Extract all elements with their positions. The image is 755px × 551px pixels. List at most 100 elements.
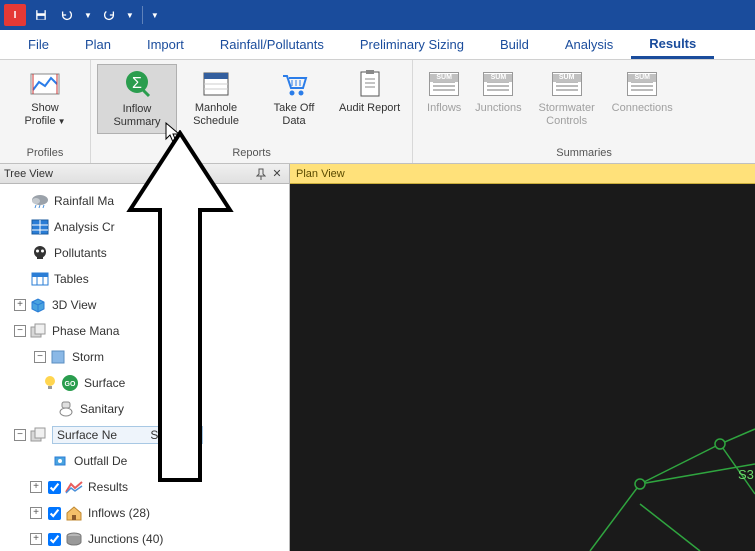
house-icon [64, 503, 84, 523]
tree-label: Rainfall Ma [54, 194, 114, 208]
app-badge[interactable]: I [4, 4, 26, 26]
audit-report-button[interactable]: Audit Report [333, 64, 406, 119]
ribbon-group-label-reports: Reports [91, 145, 412, 163]
cloud-icon [30, 191, 50, 211]
stormwater-controls-label: Stormwater Controls [534, 102, 600, 128]
tree-item-tables[interactable]: Tables [0, 266, 289, 292]
chart-icon [64, 477, 84, 497]
cart-icon [278, 68, 310, 100]
schedule-icon [200, 68, 232, 100]
tree-item-inflows[interactable]: + Inflows (28) [0, 500, 289, 526]
take-off-data-label: Take Off Data [261, 102, 327, 128]
tree-panel-header: Tree View ✕ [0, 164, 289, 184]
tree-panel: Tree View ✕ Rainfall Ma Analysis Cr Poll… [0, 164, 290, 551]
tree-item-analysis[interactable]: Analysis Cr [0, 214, 289, 240]
expander-minus[interactable]: − [14, 325, 26, 337]
tree-item-outfall[interactable]: Outfall De [0, 448, 289, 474]
menu-tab-build[interactable]: Build [482, 30, 547, 59]
grid-icon [30, 217, 50, 237]
tree-item-junctions[interactable]: + Junctions (40) [0, 526, 289, 551]
take-off-data-button[interactable]: Take Off Data [255, 64, 333, 132]
undo-button[interactable] [56, 4, 78, 26]
ribbon-group-reports: Σ Inflow Summary Manhole Schedule Take O… [91, 60, 413, 163]
node-label: S3 [738, 467, 754, 482]
tree-item-rainfall[interactable]: Rainfall Ma [0, 188, 289, 214]
show-profile-label: Show Profile [24, 102, 58, 127]
ribbon-group-profiles: Show Profile▼ Profiles [0, 60, 91, 163]
network-select[interactable]: Surface Ne Storm) ⌄ [52, 426, 203, 444]
tree-label: Surface 1 [84, 376, 175, 390]
connections-sum-label: Connections [612, 102, 673, 115]
tree-item-results[interactable]: + Results [0, 474, 289, 500]
pin-button[interactable] [253, 166, 269, 182]
redo-button[interactable] [98, 4, 120, 26]
report-icon [354, 68, 386, 100]
skull-icon [30, 243, 50, 263]
tree-item-surface[interactable]: GO Surface 1 [0, 370, 289, 396]
tree-label: Results [88, 480, 128, 494]
tree-body[interactable]: Rainfall Ma Analysis Cr Pollutants Table… [0, 184, 289, 551]
menu-tab-file[interactable]: File [10, 30, 67, 59]
inflows-summary-button: Inflows [419, 64, 469, 119]
plan-panel: Plan View S3 [290, 164, 755, 551]
qat-separator [142, 6, 143, 24]
expander-plus[interactable]: + [30, 481, 42, 493]
expander-minus[interactable]: − [14, 429, 26, 441]
tree-item-phase[interactable]: − Phase Mana [0, 318, 289, 344]
sum-icon [551, 68, 583, 100]
expander-plus[interactable]: + [30, 533, 42, 545]
menu-tab-rainfall[interactable]: Rainfall/Pollutants [202, 30, 342, 59]
junctions-sum-label: Junctions [475, 102, 521, 115]
tree-label: Inflows (28) [88, 506, 150, 520]
stormwater-controls-button: Stormwater Controls [528, 64, 606, 132]
save-button[interactable] [30, 4, 52, 26]
connections-summary-button: Connections [606, 64, 679, 119]
audit-report-label: Audit Report [339, 102, 400, 115]
tree-label: Junctions (40) [88, 532, 163, 546]
tree-label: Analysis Cr [54, 220, 115, 234]
results-checkbox[interactable] [48, 481, 61, 494]
menu-tab-prelim[interactable]: Preliminary Sizing [342, 30, 482, 59]
expander-minus[interactable]: − [34, 351, 46, 363]
junctions-checkbox[interactable] [48, 533, 61, 546]
qat-customize[interactable]: ▼ [149, 11, 161, 20]
svg-text:GO: GO [65, 381, 76, 388]
tree-item-surface-network[interactable]: − Surface Ne Storm) ⌄ [0, 422, 289, 448]
ribbon-group-summaries: Inflows Junctions Stormwater Controls Co… [413, 60, 755, 163]
redo-dropdown[interactable]: ▼ [124, 11, 136, 20]
expander-plus[interactable]: + [30, 507, 42, 519]
tree-label: Phase Mana [52, 324, 119, 338]
svg-text:Σ: Σ [132, 75, 142, 92]
tree-label: Storm [72, 350, 104, 364]
valve-icon [50, 451, 70, 471]
inflow-summary-button[interactable]: Σ Inflow Summary [97, 64, 177, 134]
manhole-schedule-button[interactable]: Manhole Schedule [177, 64, 255, 132]
profile-icon [29, 68, 61, 100]
tree-item-storm[interactable]: − Storm [0, 344, 289, 370]
tree-item-sanitary[interactable]: Sanitary [0, 396, 289, 422]
tree-label: Tables [54, 272, 89, 286]
ribbon-group-label-summaries: Summaries [413, 145, 755, 163]
plan-canvas[interactable]: S3 [290, 184, 755, 551]
swatch-blue-icon [48, 347, 68, 367]
tree-panel-title: Tree View [4, 168, 253, 180]
cube-icon [28, 295, 48, 315]
table-icon [30, 269, 50, 289]
tree-item-3dview[interactable]: + 3D View [0, 292, 289, 318]
sigma-icon: Σ [121, 69, 153, 101]
junctions-summary-button: Junctions [469, 64, 527, 119]
menu-tab-analysis[interactable]: Analysis [547, 30, 631, 59]
menu-tab-results[interactable]: Results [631, 30, 714, 59]
ribbon: Show Profile▼ Profiles Σ Inflow Summary … [0, 60, 755, 164]
undo-dropdown[interactable]: ▼ [82, 11, 94, 20]
menu-tab-import[interactable]: Import [129, 30, 202, 59]
menu-tab-plan[interactable]: Plan [67, 30, 129, 59]
show-profile-button[interactable]: Show Profile▼ [6, 64, 84, 132]
expander-plus[interactable]: + [14, 299, 26, 311]
inflows-checkbox[interactable] [48, 507, 61, 520]
panels: Tree View ✕ Rainfall Ma Analysis Cr Poll… [0, 164, 755, 551]
inflow-summary-label: Inflow Summary [104, 103, 170, 129]
sum-icon [428, 68, 460, 100]
tree-item-pollutants[interactable]: Pollutants [0, 240, 289, 266]
close-button[interactable]: ✕ [269, 166, 285, 182]
